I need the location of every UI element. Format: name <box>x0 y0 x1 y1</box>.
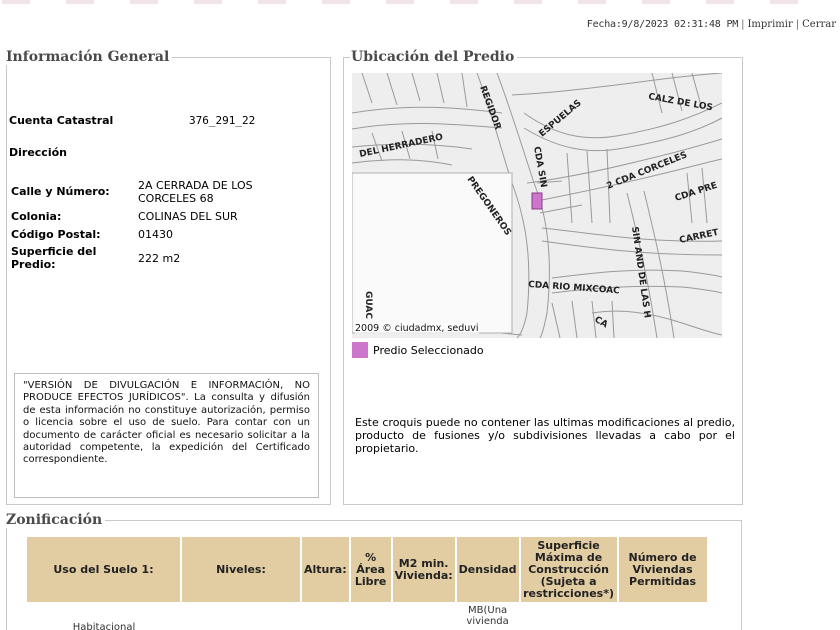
col-m2-min: M2 min. Vivienda: <box>391 537 457 602</box>
date-stamp: Fecha:9/8/2023 02:31:48 PM <box>586 19 739 30</box>
general-info-section: Información General Cuenta Catastral 376… <box>5 49 331 505</box>
top-decorative-band <box>0 0 840 9</box>
calle-value: 2A CERRADA DE LOS CORCELES 68 <box>138 179 253 205</box>
zoning-legend: Zonificación <box>5 512 106 528</box>
superficie-value: 222 m2 <box>138 252 181 265</box>
location-map[interactable]: DEL HERRADERO REGIDOR ESPUELAS CALZ DE L… <box>352 73 722 338</box>
map-drawing: DEL HERRADERO REGIDOR ESPUELAS CALZ DE L… <box>352 73 722 338</box>
colonia-label: Colonia: <box>11 210 62 223</box>
col-densidad: Densidad <box>455 537 521 602</box>
selected-parcel <box>531 192 543 210</box>
zoning-table: Uso del Suelo 1: Niveles: Altura: % Área… <box>27 537 709 630</box>
col-area-libre: % Área Libre <box>349 537 393 602</box>
cp-value: 01430 <box>138 228 173 241</box>
legal-notice: "VERSIÓN DE DIVULGACIÓN E INFORMACIÓN, N… <box>14 373 319 498</box>
selected-parcel-legend: Predio Seleccionado <box>373 344 484 357</box>
general-info-legend: Información General <box>5 49 173 65</box>
cuenta-value: 376_291_22 <box>189 114 256 127</box>
zoning-section: Zonificación Uso del Suelo 1: Niveles: A… <box>5 512 742 630</box>
col-superficie: Superficie Máxima de Construcción (Sujet… <box>519 537 619 602</box>
table-row: Habitacional MB(Una vivienda <box>27 602 708 630</box>
col-altura: Altura: <box>301 537 351 602</box>
map-credit: 2009 © ciudadmx, seduvi <box>355 323 479 334</box>
cell-densidad: MB(Una vivienda <box>466 605 509 627</box>
top-bar: Fecha:9/8/2023 02:31:48 PM | Imprimir | Cerr… <box>586 19 836 30</box>
print-link[interactable]: Imprimir <box>747 19 792 30</box>
cuenta-label: Cuenta Catastral <box>9 114 114 127</box>
close-link[interactable]: Cerrar <box>802 19 836 30</box>
direccion-label: Dirección <box>9 146 67 159</box>
map-label-guac: GUAC <box>363 291 373 319</box>
col-niveles: Niveles: <box>181 537 302 602</box>
location-section: Ubicación del Predio DEL HERRADERO REGID… <box>343 49 743 505</box>
col-num-viviendas: Número de Viviendas Permitidas <box>617 537 709 602</box>
col-uso: Uso del Suelo 1: <box>27 537 182 602</box>
calle-label: Calle y Número: <box>11 185 110 198</box>
selected-parcel-swatch <box>352 342 368 358</box>
cell-uso: Habitacional <box>72 622 136 630</box>
cp-label: Código Postal: <box>11 228 101 241</box>
map-disclaimer: Este croquis puede no contener las ultim… <box>355 416 735 455</box>
colonia-value: COLINAS DEL SUR <box>138 210 238 223</box>
location-legend: Ubicación del Predio <box>350 49 518 65</box>
superficie-label: Superficie del Predio: <box>11 245 97 271</box>
